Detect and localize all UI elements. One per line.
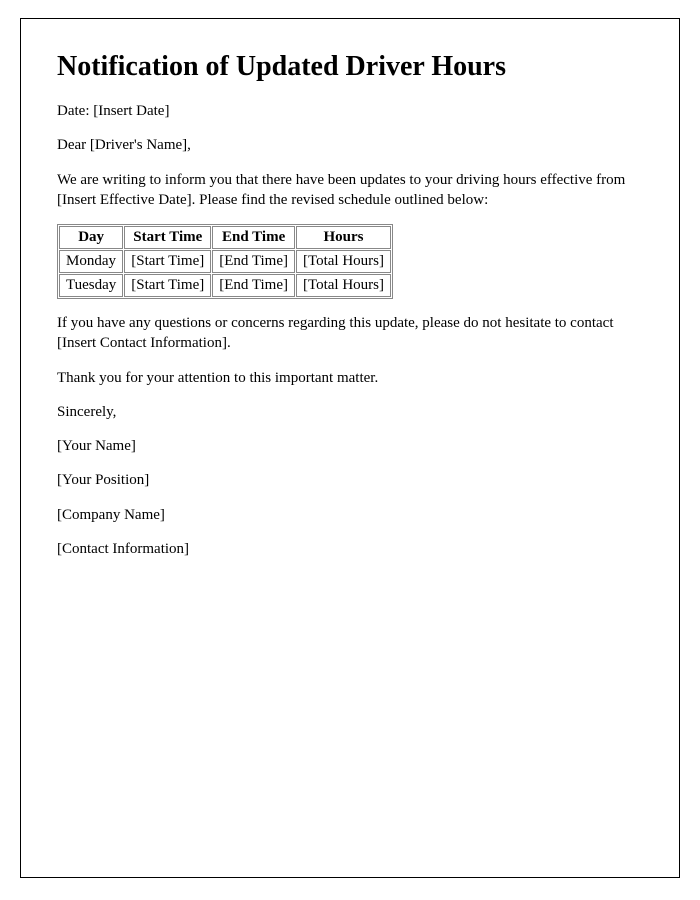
cell-hours: [Total Hours] — [296, 274, 391, 297]
table-header-row: Day Start Time End Time Hours — [59, 226, 391, 249]
questions-paragraph: If you have any questions or concerns re… — [57, 313, 643, 354]
signature-contact: [Contact Information] — [57, 539, 643, 559]
th-hours: Hours — [296, 226, 391, 249]
cell-day: Monday — [59, 250, 123, 273]
cell-end: [End Time] — [212, 250, 295, 273]
signature-position: [Your Position] — [57, 470, 643, 490]
cell-end: [End Time] — [212, 274, 295, 297]
cell-start: [Start Time] — [124, 250, 211, 273]
th-day: Day — [59, 226, 123, 249]
th-end: End Time — [212, 226, 295, 249]
salutation: Dear [Driver's Name], — [57, 135, 643, 155]
table-row: Tuesday [Start Time] [End Time] [Total H… — [59, 274, 391, 297]
cell-start: [Start Time] — [124, 274, 211, 297]
th-start: Start Time — [124, 226, 211, 249]
table-row: Monday [Start Time] [End Time] [Total Ho… — [59, 250, 391, 273]
cell-day: Tuesday — [59, 274, 123, 297]
date-line: Date: [Insert Date] — [57, 101, 643, 121]
page-title: Notification of Updated Driver Hours — [57, 51, 643, 83]
thanks-paragraph: Thank you for your attention to this imp… — [57, 368, 643, 388]
signature-company: [Company Name] — [57, 505, 643, 525]
intro-paragraph: We are writing to inform you that there … — [57, 170, 643, 211]
closing: Sincerely, — [57, 402, 643, 422]
schedule-table: Day Start Time End Time Hours Monday [St… — [57, 224, 393, 299]
document-page: Notification of Updated Driver Hours Dat… — [20, 18, 680, 878]
cell-hours: [Total Hours] — [296, 250, 391, 273]
signature-name: [Your Name] — [57, 436, 643, 456]
